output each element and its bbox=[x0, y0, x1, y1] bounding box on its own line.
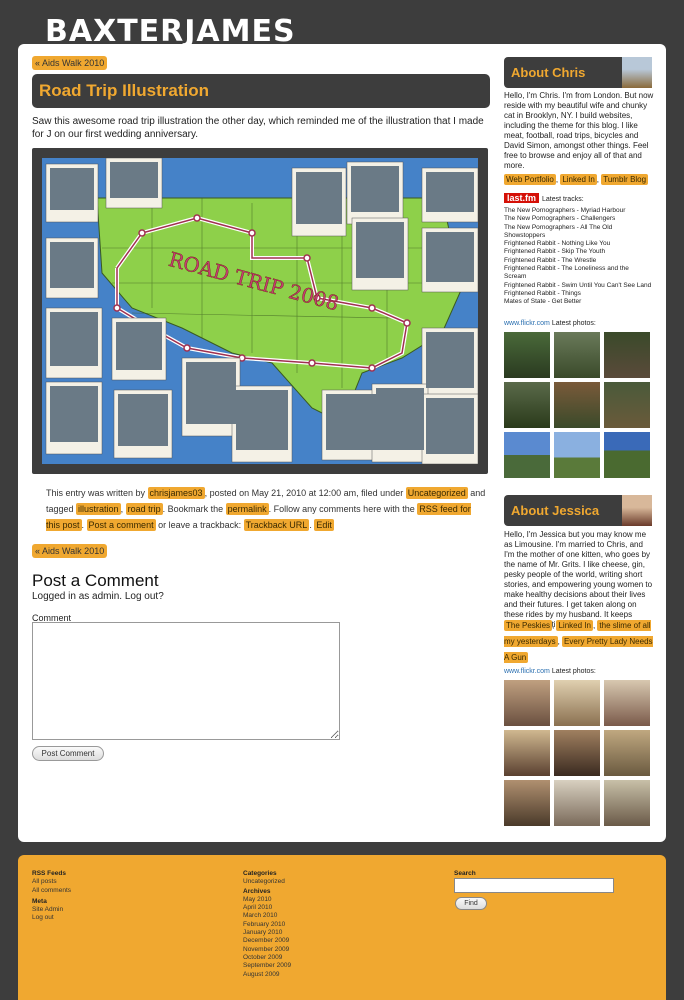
flickr-photo[interactable] bbox=[604, 382, 650, 428]
jessica-flickr-photos bbox=[504, 680, 650, 826]
chris-links: Web Portfolio, Linked In, Tumblr Blog bbox=[504, 174, 649, 185]
web-portfolio-link[interactable]: Web Portfolio bbox=[504, 174, 556, 185]
previous-post-link[interactable]: « Aids Walk 2010 bbox=[32, 56, 108, 70]
archive-link[interactable]: February 2010 bbox=[243, 921, 291, 929]
track-item[interactable]: Frightened Rabbit - Nothing Like You bbox=[504, 240, 652, 248]
flickr-photo[interactable] bbox=[504, 780, 550, 826]
category-link[interactable]: Uncategorized bbox=[405, 487, 468, 499]
footer-col-archive: Categories Uncategorized Archives May 20… bbox=[243, 870, 291, 979]
all-posts-link[interactable]: All posts bbox=[32, 878, 71, 886]
flickr-photo[interactable] bbox=[504, 432, 550, 478]
track-item[interactable]: Frightened Rabbit - The Loneliness and t… bbox=[504, 265, 652, 282]
track-item[interactable]: The New Pornographers - Challengers bbox=[504, 215, 652, 223]
flickr-photo[interactable] bbox=[554, 332, 600, 378]
categories-heading: Categories bbox=[243, 870, 277, 877]
flickr-photo[interactable] bbox=[554, 382, 600, 428]
post-comment-link[interactable]: Post a comment bbox=[86, 519, 156, 531]
archive-link[interactable]: September 2009 bbox=[243, 962, 291, 970]
flickr-photo[interactable] bbox=[604, 680, 650, 726]
jessica-links: The Peskies, Linked In, the slime of all… bbox=[504, 620, 653, 663]
post-intro: Saw this awesome road trip illustration … bbox=[32, 116, 484, 140]
lastfm-logo[interactable]: last.fm bbox=[504, 193, 540, 203]
footer: RSS Feeds All posts All comments Meta Si… bbox=[18, 855, 666, 1000]
track-item[interactable]: Mates of State - Get Better bbox=[504, 298, 652, 306]
tag-link-road-trip[interactable]: road trip bbox=[125, 503, 163, 515]
comment-form-title: Post a Comment bbox=[32, 571, 159, 590]
post-comment-button[interactable]: Post Comment bbox=[32, 746, 104, 761]
chris-flickr-photos bbox=[504, 332, 650, 478]
comment-textarea[interactable] bbox=[32, 622, 340, 740]
about-jessica-heading: About Jessica bbox=[504, 495, 652, 526]
tag-link-illustration[interactable]: illustration bbox=[76, 503, 121, 515]
archive-link[interactable]: January 2010 bbox=[243, 929, 291, 937]
flickr-photo[interactable] bbox=[604, 432, 650, 478]
tumblr-blog-link[interactable]: Tumblr Blog bbox=[601, 174, 649, 185]
flickr-photo[interactable] bbox=[604, 332, 650, 378]
flickr-photo[interactable] bbox=[554, 432, 600, 478]
chris-avatar bbox=[622, 57, 652, 88]
previous-post-link-bottom[interactable]: « Aids Walk 2010 bbox=[32, 544, 108, 558]
the-peskies-link[interactable]: The Peskies bbox=[504, 620, 553, 631]
find-button[interactable]: Find bbox=[455, 897, 487, 910]
flickr-photo[interactable] bbox=[504, 680, 550, 726]
footer-col-feeds: RSS Feeds All posts All comments Meta Si… bbox=[32, 870, 71, 923]
flickr-photo[interactable] bbox=[554, 780, 600, 826]
author-link[interactable]: chrisjames03 bbox=[147, 487, 205, 499]
flickr-link[interactable]: www.flickr.com bbox=[504, 320, 550, 327]
site-admin-link[interactable]: Site Admin bbox=[32, 906, 71, 914]
post-meta: This entry was written by chrisjames03, … bbox=[46, 487, 486, 531]
lastfm-header: last.fm Latest tracks: bbox=[504, 193, 584, 203]
post-title: Road Trip Illustration bbox=[32, 74, 490, 108]
archive-link[interactable]: November 2009 bbox=[243, 946, 291, 954]
flickr-photo[interactable] bbox=[504, 382, 550, 428]
trackback-link[interactable]: Trackback URL bbox=[243, 519, 310, 531]
all-comments-link[interactable]: All comments bbox=[32, 887, 71, 895]
jessica-linkedin-link[interactable]: Linked In bbox=[556, 620, 593, 631]
archive-link[interactable]: March 2010 bbox=[243, 912, 291, 920]
archive-link[interactable]: August 2009 bbox=[243, 971, 291, 979]
flickr-photo[interactable] bbox=[604, 730, 650, 776]
content-panel: « Aids Walk 2010 Road Trip Illustration … bbox=[18, 44, 666, 842]
category-link[interactable]: Uncategorized bbox=[243, 878, 291, 886]
permalink-link[interactable]: permalink bbox=[225, 503, 269, 515]
lastfm-track-list: The New Pornographers - Myriad Harbour T… bbox=[504, 207, 652, 307]
about-jessica-bio: Hello, I'm Jessica but you may know me a… bbox=[504, 530, 653, 629]
archive-link[interactable]: December 2009 bbox=[243, 937, 291, 945]
log-out-link[interactable]: Log out bbox=[32, 914, 71, 922]
track-item[interactable]: The New Pornographers - All The Old Show… bbox=[504, 224, 652, 241]
track-item[interactable]: Frightened Rabbit - Skip The Youth bbox=[504, 248, 652, 256]
flickr-photo[interactable] bbox=[554, 730, 600, 776]
chris-linkedin-link[interactable]: Linked In bbox=[560, 174, 597, 185]
track-item[interactable]: Frightened Rabbit - Things bbox=[504, 290, 652, 298]
archive-link[interactable]: October 2009 bbox=[243, 954, 291, 962]
flickr-photo[interactable] bbox=[604, 780, 650, 826]
flickr-photo[interactable] bbox=[554, 680, 600, 726]
chris-flickr-header: www.flickr.com Latest photos: bbox=[504, 320, 596, 327]
archives-heading: Archives bbox=[243, 887, 271, 895]
track-item[interactable]: Frightened Rabbit - The Wrestle bbox=[504, 257, 652, 265]
search-input[interactable] bbox=[454, 878, 614, 893]
flickr-photo[interactable] bbox=[504, 332, 550, 378]
meta-heading: Meta bbox=[32, 897, 47, 905]
jessica-avatar bbox=[622, 495, 652, 526]
road-trip-illustration: ROAD TRIP 2008 bbox=[32, 148, 488, 474]
about-chris-heading: About Chris bbox=[504, 57, 652, 88]
flickr-link[interactable]: www.flickr.com bbox=[504, 668, 550, 675]
flickr-photo[interactable] bbox=[504, 730, 550, 776]
about-chris-bio: Hello, I'm Chris. I'm from London. But n… bbox=[504, 91, 654, 170]
archive-link[interactable]: May 2010 bbox=[243, 896, 291, 904]
jessica-flickr-header: www.flickr.com Latest photos: bbox=[504, 668, 596, 675]
archive-link[interactable]: April 2010 bbox=[243, 904, 291, 912]
logged-in-status: Logged in as admin. Log out? bbox=[32, 591, 164, 602]
edit-link[interactable]: Edit bbox=[314, 519, 334, 531]
track-item[interactable]: The New Pornographers - Myriad Harbour bbox=[504, 207, 652, 215]
track-item[interactable]: Frightened Rabbit - Swim Until You Can't… bbox=[504, 282, 652, 290]
rss-feeds-heading: RSS Feeds bbox=[32, 870, 66, 877]
